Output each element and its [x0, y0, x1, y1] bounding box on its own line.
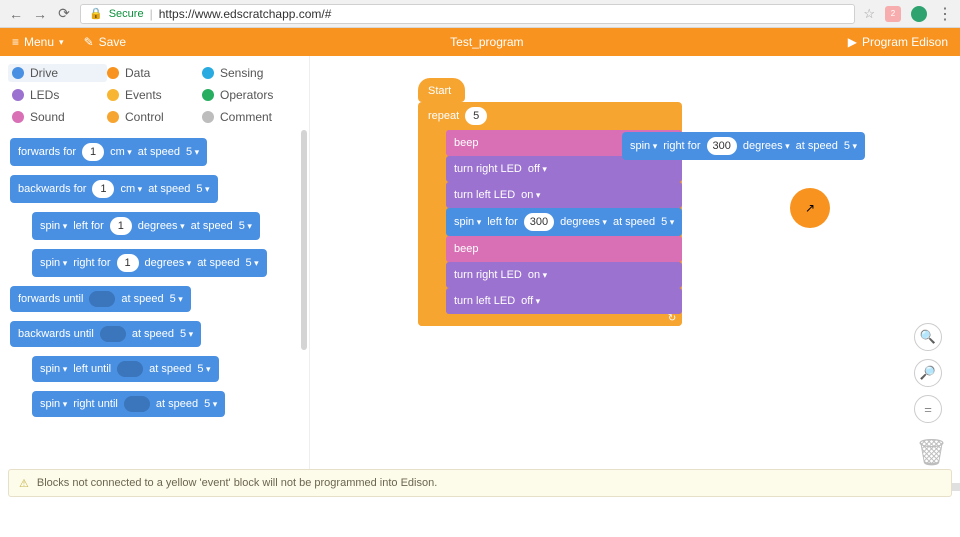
url-bar[interactable]: 🔒 Secure | https://www.edscratchapp.com/… — [80, 4, 855, 24]
detached-block[interactable]: spinright for300degreesat speed5 — [622, 132, 865, 160]
dot-icon — [107, 111, 119, 123]
secure-label: Secure — [109, 8, 144, 20]
equals-icon: = — [924, 402, 932, 417]
dot-icon — [107, 89, 119, 101]
block-palette: Drive Data Sensing LEDs Events Operators… — [0, 56, 310, 497]
bool-slot — [89, 291, 115, 307]
menu-dots-icon[interactable]: ⋮ — [937, 4, 952, 24]
block-start[interactable]: Start — [418, 78, 465, 102]
category-operators[interactable]: Operators — [202, 86, 297, 104]
zoom-out-button[interactable]: 🔎 — [914, 359, 942, 387]
program-title: Test_program — [450, 35, 523, 49]
chevron-down-icon: ▾ — [59, 37, 64, 48]
bookmark-icon[interactable]: ☆ — [863, 6, 875, 22]
menu-button[interactable]: ≡ Menu ▾ — [12, 35, 64, 49]
warning-banner: ⚠ Blocks not connected to a yellow 'even… — [8, 469, 952, 497]
zoom-in-button[interactable]: 🔍 — [914, 323, 942, 351]
category-events[interactable]: Events — [107, 86, 202, 104]
block-beep-2[interactable]: beep — [446, 236, 682, 262]
category-control[interactable]: Control — [107, 108, 202, 126]
extension-icon[interactable]: 2 — [885, 6, 901, 22]
dot-icon — [202, 67, 214, 79]
zoom-reset-button[interactable]: = — [914, 395, 942, 423]
block-spin-left[interactable]: spinleft for300degreesat speed5 — [446, 208, 682, 236]
block-forwards-for[interactable]: forwards for1cmat speed5 — [10, 138, 207, 166]
reload-icon[interactable]: ⟳ — [56, 5, 72, 22]
bool-slot — [117, 361, 143, 377]
play-icon: ▶ — [848, 35, 857, 49]
block-spin-left-for[interactable]: spinleft for1degreesat speed5 — [32, 212, 260, 240]
pencil-icon: ✎ — [84, 35, 94, 49]
app-toolbar: ≡ Menu ▾ ✎ Save Test_program ▶ Program E… — [0, 28, 960, 56]
workspace-canvas[interactable]: Start repeat5 beep turn right LEDoff tur… — [310, 56, 960, 497]
extension-icon-2[interactable] — [911, 6, 927, 22]
category-leds[interactable]: LEDs — [12, 86, 107, 104]
zoom-out-icon: 🔎 — [920, 365, 936, 381]
warning-text: Blocks not connected to a yellow 'event'… — [37, 477, 437, 489]
url-text: https://www.edscratchapp.com/# — [159, 7, 332, 21]
forward-icon[interactable]: → — [32, 6, 48, 22]
block-backwards-for[interactable]: backwards for1cmat speed5 — [10, 175, 218, 203]
category-drive[interactable]: Drive — [8, 64, 107, 82]
program-edison-button[interactable]: ▶ Program Edison — [848, 35, 948, 49]
category-comment[interactable]: Comment — [202, 108, 297, 126]
block-turn-left-led[interactable]: turn left LEDon — [446, 182, 682, 208]
cursor-highlight-icon — [790, 188, 830, 228]
block-spin-right-for[interactable]: spinright for1degreesat speed5 — [32, 249, 267, 277]
palette-blocks: forwards for1cmat speed5 backwards for1c… — [0, 130, 309, 497]
dot-icon — [202, 111, 214, 123]
category-sound[interactable]: Sound — [12, 108, 107, 126]
block-spin-right-detached[interactable]: spinright for300degreesat speed5 — [622, 132, 865, 160]
zoom-in-icon: 🔍 — [920, 329, 936, 345]
save-button[interactable]: ✎ Save — [84, 35, 126, 49]
block-spin-right-until[interactable]: spinright untilat speed5 — [32, 391, 225, 417]
block-backwards-until[interactable]: backwards untilat speed5 — [10, 321, 201, 347]
hamburger-icon: ≡ — [12, 35, 19, 49]
dot-icon — [12, 67, 24, 79]
block-turn-left-led-2[interactable]: turn left LEDoff — [446, 288, 682, 314]
category-data[interactable]: Data — [107, 64, 202, 82]
back-icon[interactable]: ← — [8, 6, 24, 22]
bool-slot — [100, 326, 126, 342]
canvas-tools: 🔍 🔎 = 🗑 — [914, 323, 942, 467]
bool-slot — [124, 396, 150, 412]
dot-icon — [107, 67, 119, 79]
dot-icon — [12, 111, 24, 123]
category-list: Drive Data Sensing LEDs Events Operators… — [0, 56, 309, 130]
browser-chrome: ← → ⟳ 🔒 Secure | https://www.edscratchap… — [0, 0, 960, 28]
main-area: Drive Data Sensing LEDs Events Operators… — [0, 56, 960, 497]
block-turn-right-led-2[interactable]: turn right LEDon — [446, 262, 682, 288]
dot-icon — [202, 89, 214, 101]
warning-icon: ⚠ — [19, 477, 29, 490]
category-sensing[interactable]: Sensing — [202, 64, 297, 82]
dot-icon — [12, 89, 24, 101]
script-stack[interactable]: Start repeat5 beep turn right LEDoff tur… — [418, 78, 682, 326]
trash-icon[interactable]: 🗑 — [915, 437, 941, 467]
block-spin-left-until[interactable]: spinleft untilat speed5 — [32, 356, 219, 382]
lock-icon: 🔒 — [89, 7, 103, 20]
block-forwards-until[interactable]: forwards untilat speed5 — [10, 286, 191, 312]
